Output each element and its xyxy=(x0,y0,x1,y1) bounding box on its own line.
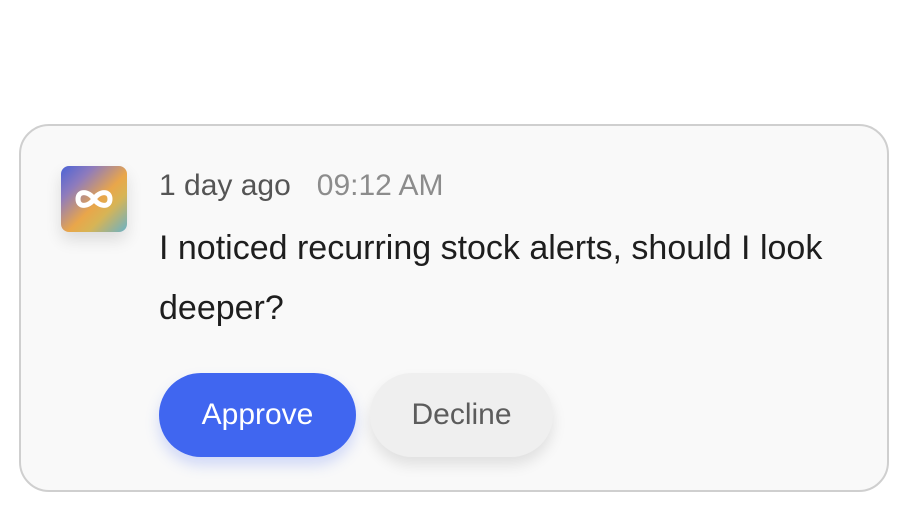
notification-message: I noticed recurring stock alerts, should… xyxy=(159,229,823,327)
app-icon xyxy=(61,166,127,232)
decline-button[interactable]: Decline xyxy=(370,373,553,457)
relative-time: 1 day ago xyxy=(159,169,291,202)
timestamp: 09:12 AM xyxy=(316,169,444,202)
action-buttons: Approve Decline xyxy=(159,373,553,457)
notification-meta: 1 day ago 09:12 AM xyxy=(159,166,444,206)
notification-card: 1 day ago 09:12 AM I noticed recurring s… xyxy=(19,124,889,492)
infinity-icon xyxy=(75,190,113,208)
approve-button[interactable]: Approve xyxy=(159,373,356,457)
